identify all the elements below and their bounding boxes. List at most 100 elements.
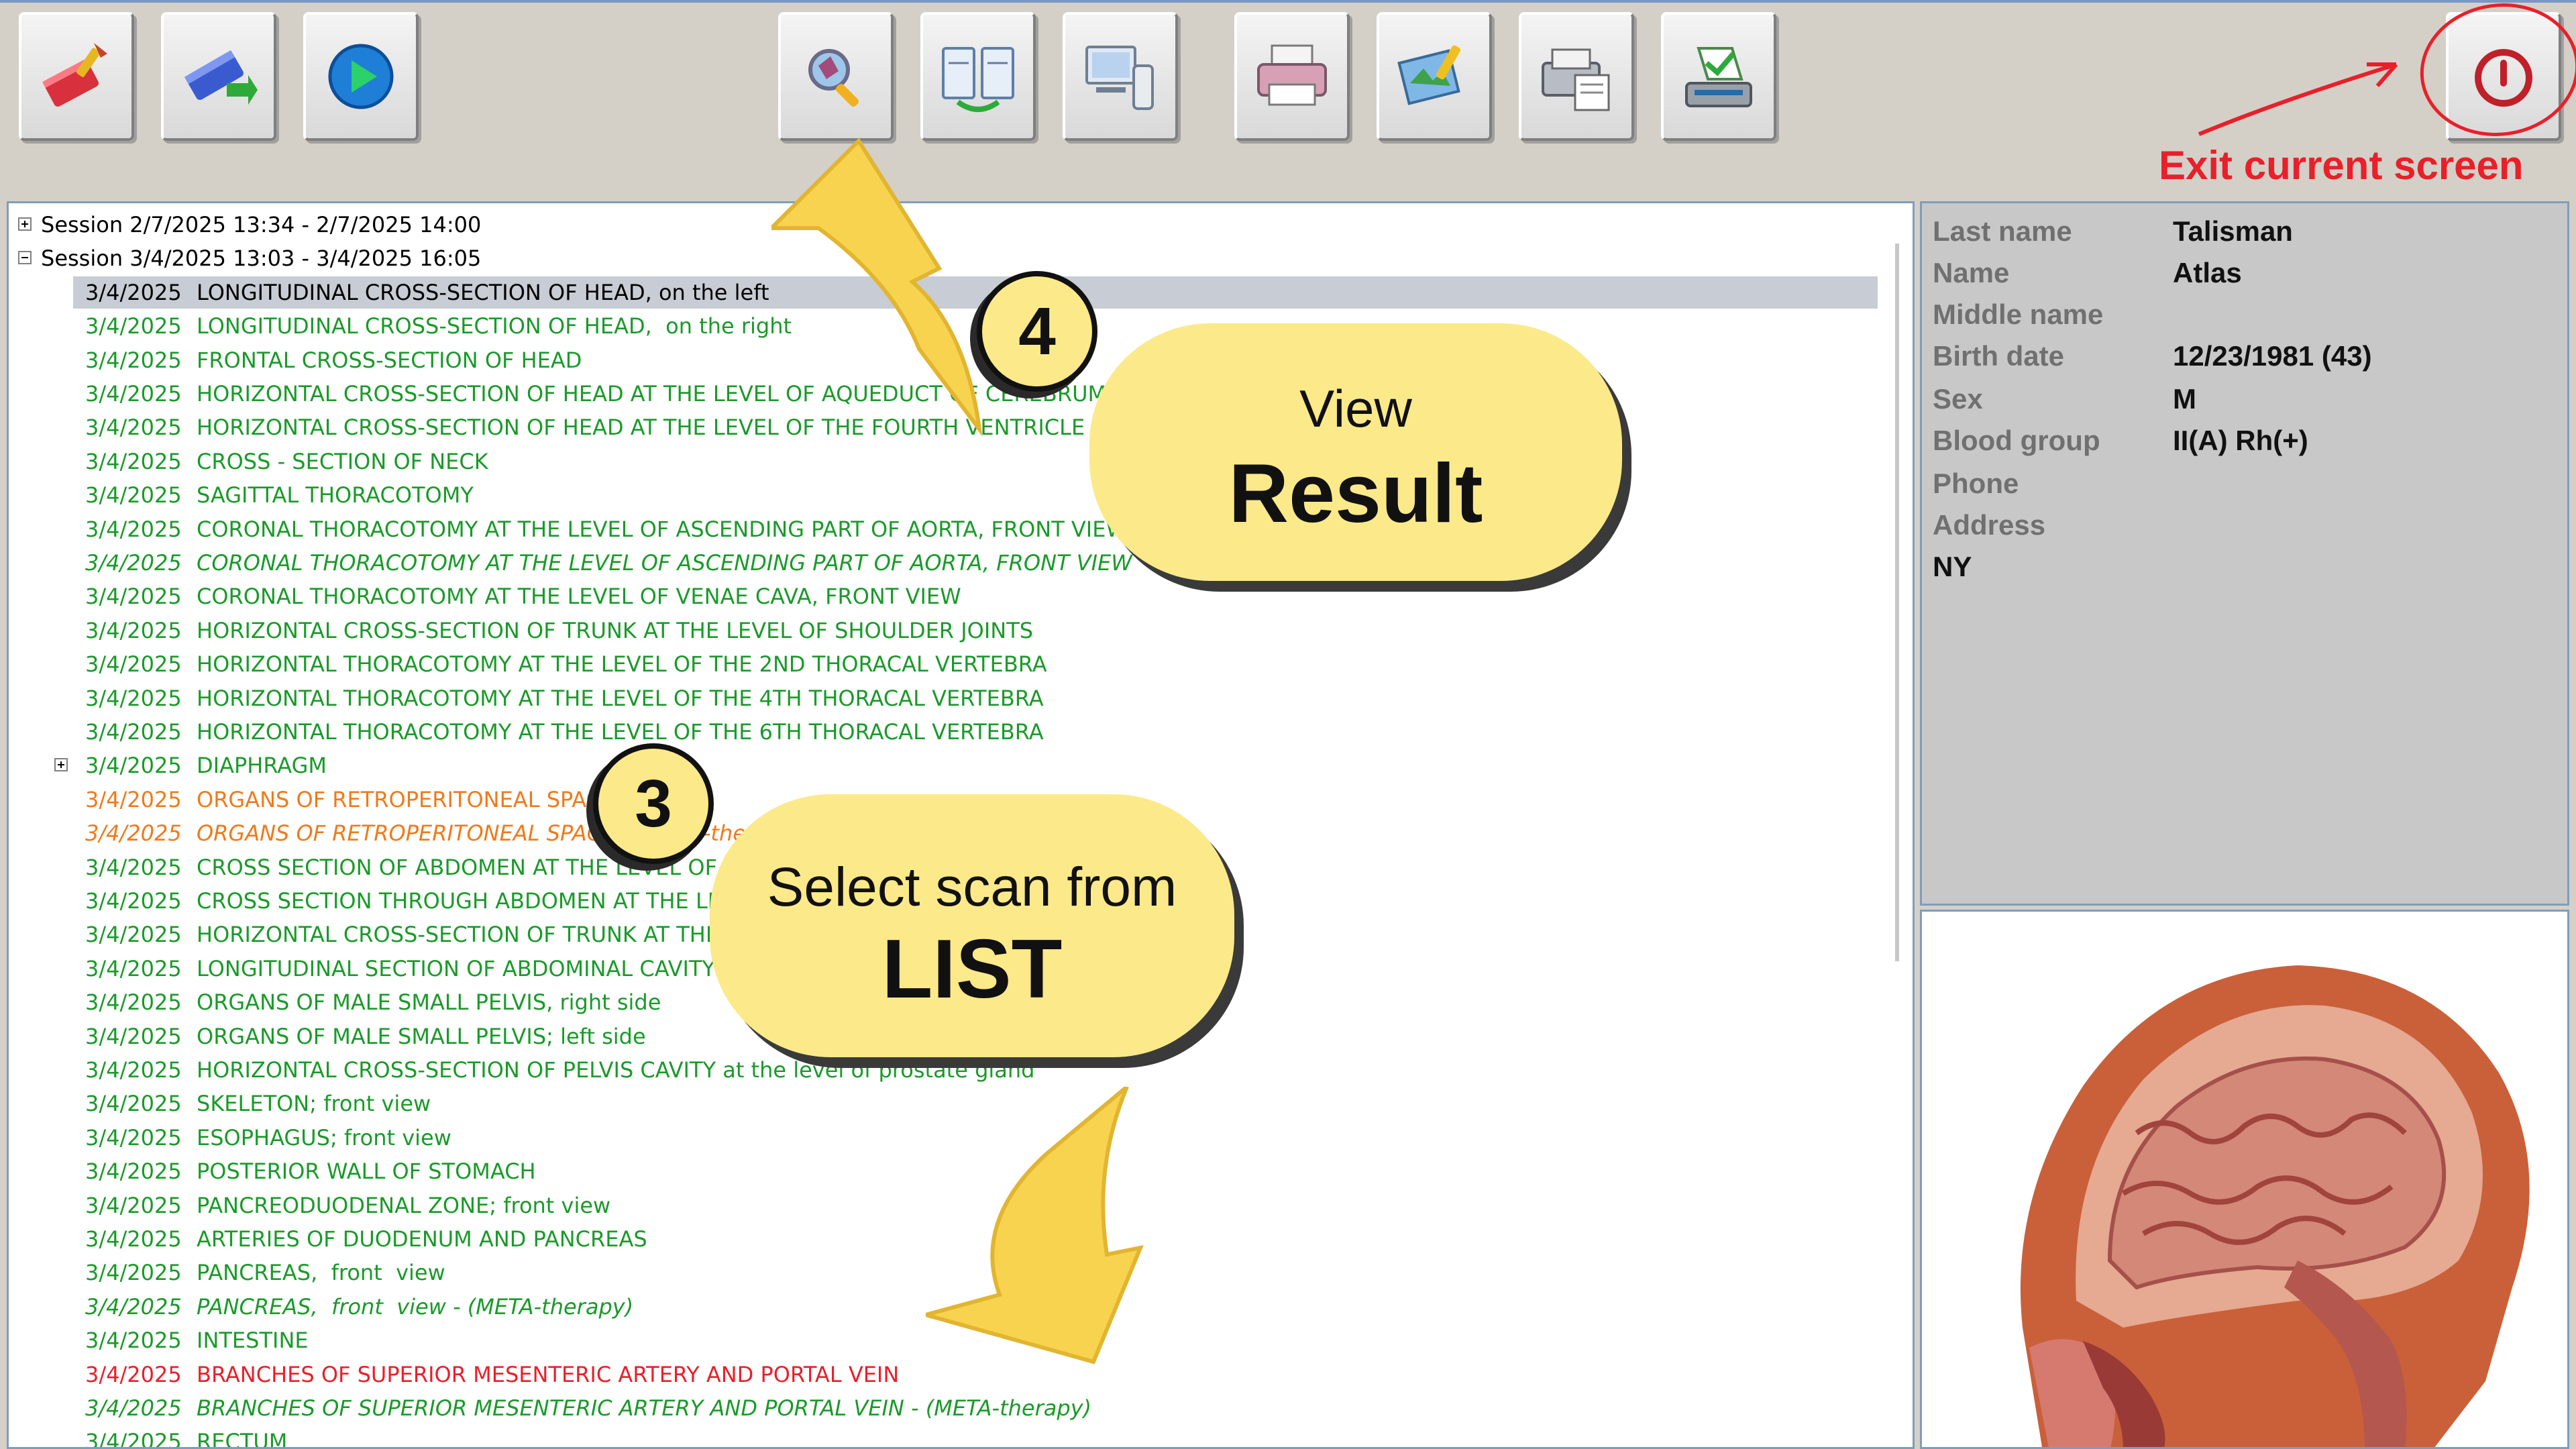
expand-icon[interactable]	[54, 758, 68, 772]
printer-button[interactable]	[1234, 12, 1350, 141]
scan-date: 3/4/2025	[85, 279, 182, 305]
scan-list-item[interactable]: 3/4/2025 BRANCHES OF SUPERIOR MESENTERIC …	[73, 1392, 1878, 1424]
scan-date: 3/4/2025	[85, 955, 182, 981]
scan-list-item[interactable]: 3/4/2025 DIAPHRAGM	[54, 749, 1878, 782]
scan-title: SKELETON; front view	[197, 1091, 431, 1117]
database-transfer-icon	[184, 50, 258, 105]
collapse-icon[interactable]	[18, 251, 32, 265]
scan-title: CORONAL THORACOTOMY AT THE LEVEL OF ASCE…	[197, 516, 1128, 542]
scan-list-item[interactable]: 3/4/2025 HORIZONTAL CROSS-SECTION OF TRUN…	[73, 614, 1878, 647]
exit-label: Exit current screen	[2159, 143, 2524, 188]
scan-title: INTESTINE	[197, 1328, 309, 1354]
select-scan-line1: Select scan from	[767, 857, 1177, 918]
scan-date: 3/4/2025	[85, 550, 182, 576]
select-scan-callout: Select scan from LIST	[710, 794, 1234, 1057]
scan-title: LONGITUDINAL SECTION OF ABDOMINAL CAVITY	[197, 955, 715, 981]
scan-title: HORIZONTAL THORACOTOMY AT THE LEVEL OF T…	[197, 651, 1047, 678]
scan-title: ORGANS OF MALE SMALL PELVIS, right side	[197, 989, 661, 1016]
step-3-badge: 3	[593, 743, 714, 864]
scan-title: LONGITUDINAL CROSS-SECTION OF HEAD, on t…	[197, 279, 769, 305]
scan-date: 3/4/2025	[85, 651, 182, 678]
scan-date: 3/4/2025	[85, 1226, 182, 1252]
exit-annotation	[2198, 3, 2576, 136]
scan-title: BRANCHES OF SUPERIOR MESENTERIC ARTERY A…	[197, 1395, 1092, 1421]
patient-field-label: Phone	[1933, 468, 2019, 499]
edit-map-button[interactable]	[1377, 12, 1492, 141]
play-icon	[328, 44, 394, 109]
scan-date: 3/4/2025	[85, 1057, 182, 1083]
scan-title: BRANCHES OF SUPERIOR MESENTERIC ARTERY A…	[197, 1361, 900, 1387]
scanner-icon	[1685, 47, 1752, 107]
computer-device-icon	[1085, 46, 1154, 110]
scan-title: HORIZONTAL THORACOTOMY AT THE LEVEL OF T…	[197, 719, 1044, 745]
eraser-icon	[42, 43, 107, 107]
scan-date: 3/4/2025	[85, 1328, 182, 1354]
scan-date: 3/4/2025	[85, 989, 182, 1016]
scan-date: 3/4/2025	[85, 1023, 182, 1049]
scan-title: CORONAL THORACOTOMY AT THE LEVEL OF VENA…	[197, 584, 961, 610]
scanner-button[interactable]	[1661, 12, 1776, 141]
expand-icon[interactable]	[18, 217, 32, 231]
arrow-down-to-list	[926, 1087, 1144, 1364]
head-section-image	[1922, 912, 2567, 1447]
scan-title: DIAPHRAGM	[197, 753, 327, 779]
patient-field-value: 12/23/1981 (43)	[2173, 340, 2372, 372]
scan-date: 3/4/2025	[85, 1091, 182, 1117]
scan-title: CORONAL THORACOTOMY AT THE LEVEL OF ASCE…	[197, 550, 1132, 576]
session-label: Session 3/4/2025 13:03 - 3/4/2025 16:05	[41, 246, 482, 272]
scan-title: HORIZONTAL CROSS-SECTION OF PELVIS CAVIT…	[197, 1057, 1035, 1083]
patient-field-label: Middle name	[1933, 299, 2104, 330]
exit-highlight-circle	[2420, 3, 2576, 136]
magnifier-icon	[808, 49, 859, 107]
scan-date: 3/4/2025	[85, 516, 182, 542]
patient-field-value: II(A) Rh(+)	[2173, 425, 2308, 456]
session-label: Session 2/7/2025 13:34 - 2/7/2025 14:00	[41, 212, 482, 237]
computer-device-button[interactable]	[1063, 12, 1178, 141]
magnifier-button[interactable]	[778, 12, 894, 141]
view-result-line2: Result	[1228, 447, 1483, 540]
scan-title: ARTERIES OF DUODENUM AND PANCREAS	[197, 1226, 647, 1252]
fax-icon	[1542, 48, 1610, 111]
scan-title: HORIZONTAL THORACOTOMY AT THE LEVEL OF T…	[197, 685, 1044, 711]
patient-field-value: M	[2173, 383, 2196, 415]
scan-date: 3/4/2025	[85, 1361, 182, 1387]
scan-list-item[interactable]: 3/4/2025 HORIZONTAL THORACOTOMY AT THE LE…	[73, 682, 1878, 714]
scan-date: 3/4/2025	[85, 888, 182, 914]
patient-field-label: Birth date	[1933, 340, 2065, 372]
view-result-callout: View Result	[1089, 323, 1622, 581]
scan-title: ORGANS OF RETROPERITONEAL SPACE - (META-…	[197, 820, 803, 847]
database-transfer-button[interactable]	[161, 12, 276, 141]
scan-date: 3/4/2025	[85, 1260, 182, 1286]
scan-title: ORGANS OF RETROPERITONEAL SPACE	[197, 786, 615, 812]
scan-list-item[interactable]: 3/4/2025 CORONAL THORACOTOMY AT THE LEVEL…	[73, 547, 1878, 579]
scan-date: 3/4/2025	[85, 922, 182, 948]
scan-date: 3/4/2025	[85, 1429, 182, 1449]
scan-list-item[interactable]: 3/4/2025 HORIZONTAL THORACOTOMY AT THE LE…	[73, 716, 1878, 748]
scan-date: 3/4/2025	[85, 381, 182, 407]
patient-field-value: Talisman	[2173, 215, 2293, 247]
scan-title: CROSS SECTION THROUGH ABDOMEN AT THE LEV…	[197, 888, 761, 914]
scan-list-item[interactable]: 3/4/2025 HORIZONTAL CROSS-SECTION OF PELV…	[73, 1054, 1878, 1086]
edit-map-icon	[1397, 45, 1461, 105]
scan-date: 3/4/2025	[85, 617, 182, 643]
anatomy-preview	[1920, 910, 2569, 1449]
scan-date: 3/4/2025	[85, 1192, 182, 1218]
scan-date: 3/4/2025	[85, 820, 182, 847]
scrollbar[interactable]	[1895, 244, 1899, 961]
select-scan-line2: LIST	[881, 923, 1063, 1016]
scan-list-item[interactable]: 3/4/2025 HORIZONTAL THORACOTOMY AT THE LE…	[73, 648, 1878, 680]
play-button[interactable]	[303, 12, 419, 141]
scan-date: 3/4/2025	[85, 448, 182, 474]
scan-date: 3/4/2025	[85, 347, 182, 373]
scan-date: 3/4/2025	[85, 753, 182, 779]
scan-list-item[interactable]: 3/4/2025 CORONAL THORACOTOMY AT THE LEVEL…	[73, 580, 1878, 612]
fax-button[interactable]	[1519, 12, 1634, 141]
scan-list-item[interactable]: 3/4/2025 RECTUM	[73, 1426, 1878, 1449]
scan-title: PANCREAS, front view - (META-therapy)	[197, 1293, 634, 1320]
step-4-badge: 4	[977, 271, 1097, 392]
scan-title: RECTUM	[197, 1429, 288, 1449]
patient-field-value: NY	[1933, 551, 1972, 582]
scan-title: PANCREODUODENAL ZONE; front view	[197, 1192, 611, 1218]
eraser-button[interactable]	[19, 12, 134, 141]
compare-clipboards-button[interactable]	[920, 12, 1036, 141]
